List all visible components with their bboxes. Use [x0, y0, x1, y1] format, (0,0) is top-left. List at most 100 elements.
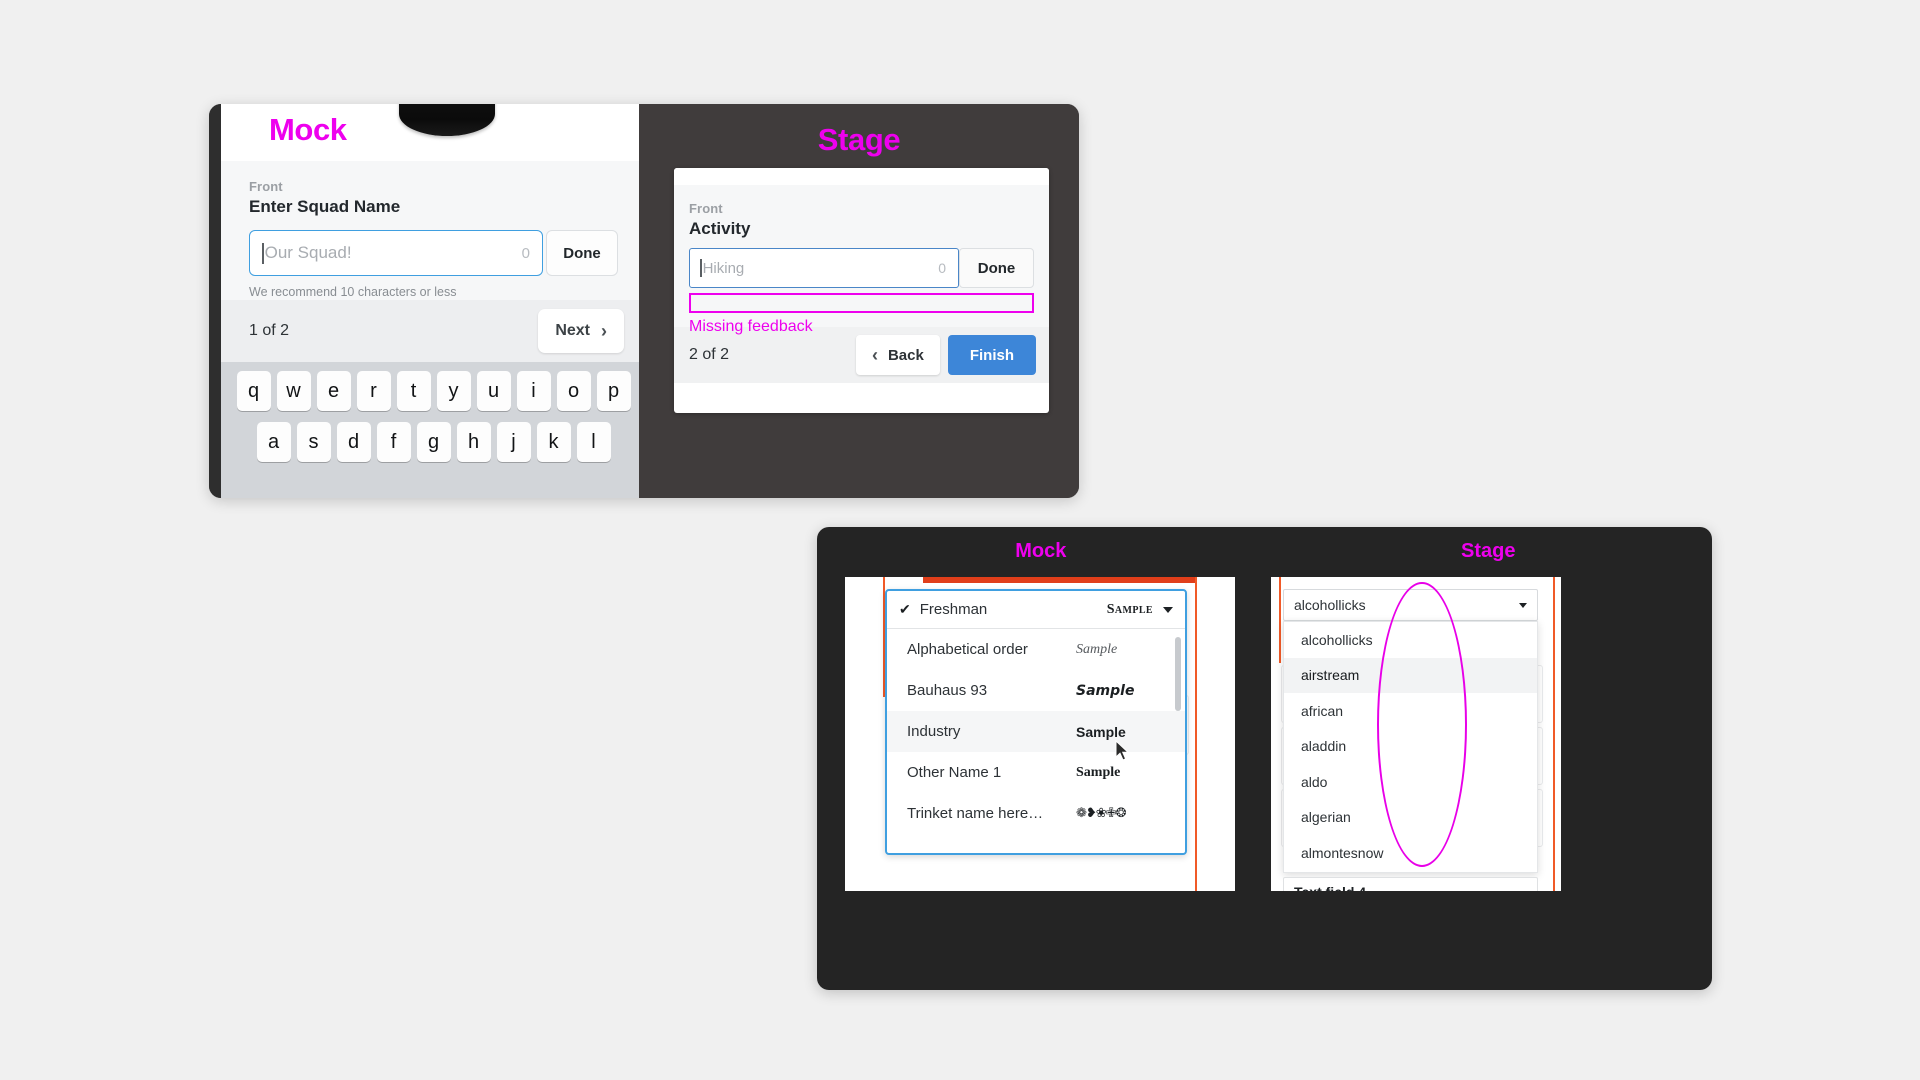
key-w[interactable]: w	[276, 371, 311, 411]
bottom-mock-title: Mock	[1015, 540, 1067, 562]
page-indicator: 1 of 2	[249, 322, 290, 339]
font-option-name: Bauhaus 93	[907, 682, 988, 699]
back-button-label: Back	[887, 346, 924, 364]
squad-name-placeholder: Our Squad!	[264, 243, 352, 262]
font-option-sample: Sample	[1076, 682, 1135, 699]
chevron-left-icon: ‹	[871, 344, 878, 365]
activity-input[interactable]: Hiking 0	[689, 248, 959, 288]
done-button[interactable]: Done	[959, 248, 1034, 288]
key-t[interactable]: t	[396, 371, 431, 411]
key-i[interactable]: i	[516, 371, 551, 411]
finish-button[interactable]: Finish	[947, 335, 1036, 375]
guide-line-right	[1553, 577, 1555, 891]
bottom-stage-title: Stage	[1461, 540, 1516, 562]
squad-name-input-row: Our Squad! 0 Done	[249, 230, 618, 276]
key-d[interactable]: d	[336, 422, 371, 462]
next-button[interactable]: Next ›	[538, 309, 624, 353]
mock-header: Mock	[221, 104, 639, 161]
font-option[interactable]: Bauhaus 93 Sample	[887, 670, 1185, 711]
mock-phone-screen: Mock Front Enter Squad Name Our Squad! 0…	[221, 104, 639, 498]
done-button[interactable]: Done	[546, 230, 618, 276]
text-caret	[262, 242, 264, 264]
font-option[interactable]: Trinket name here… ❁❥❀✙❂	[887, 793, 1185, 834]
key-k[interactable]: k	[536, 422, 571, 462]
key-y[interactable]: y	[436, 371, 471, 411]
font-option-name: Trinket name here…	[907, 805, 1044, 822]
key-o[interactable]: o	[556, 371, 591, 411]
mock-title: Mock	[269, 112, 347, 147]
top-mock-pane: Mock Front Enter Squad Name Our Squad! 0…	[209, 104, 639, 498]
field-title: Enter Squad Name	[249, 197, 401, 216]
font-option-sample: Sample	[1076, 723, 1126, 740]
key-r[interactable]: r	[356, 371, 391, 411]
key-l[interactable]: l	[576, 422, 611, 462]
key-j[interactable]: j	[496, 422, 531, 462]
font-select-option[interactable]: african	[1284, 693, 1537, 729]
helper-text: We recommend 10 characters or less	[249, 285, 457, 299]
font-dropdown-list[interactable]: Alphabetical order Sample Bauhaus 93 Sample…	[887, 629, 1185, 834]
font-dropdown-selected-sample: Sample	[1106, 601, 1153, 617]
bottom-mock-screenshot: ✔ Freshman Sample Alphabetical order Samp…	[845, 577, 1235, 891]
font-select-options-list[interactable]: alcohollicks airstream african aladdin aldo a…	[1283, 621, 1538, 891]
guide-line-right	[1195, 577, 1197, 891]
font-option[interactable]: Alphabetical order Sample	[887, 629, 1185, 670]
activity-input-row: Hiking 0 Done	[689, 248, 1034, 288]
key-s[interactable]: s	[296, 422, 331, 462]
top-comparison-card: Mock Front Enter Squad Name Our Squad! 0…	[209, 104, 1079, 498]
key-a[interactable]: a	[256, 422, 291, 462]
field-group-label: Front	[249, 179, 283, 194]
font-option-sample: ❁❥❀✙❂	[1076, 806, 1126, 821]
font-option[interactable]: Industry Sample	[887, 711, 1185, 752]
font-option-name: Industry	[907, 723, 961, 740]
char-counter: 0	[938, 260, 946, 276]
char-counter: 0	[521, 244, 530, 262]
key-p[interactable]: p	[596, 371, 631, 411]
mock-form-body: Front Enter Squad Name Our Squad! 0 Done…	[221, 161, 639, 300]
stage-title: Stage	[817, 122, 901, 157]
font-dropdown[interactable]: ✔ Freshman Sample Alphabetical order Samp…	[885, 589, 1187, 855]
font-select-value: alcohollicks	[1294, 597, 1366, 613]
bottom-card-titles: Mock Stage	[817, 527, 1712, 563]
chevron-right-icon: ›	[601, 320, 607, 341]
onscreen-keyboard[interactable]: qwertyuiop asdfghjkl	[221, 362, 639, 498]
font-dropdown-header[interactable]: ✔ Freshman Sample	[887, 591, 1185, 629]
font-select-option[interactable]: aladdin	[1284, 729, 1537, 765]
caret-down-icon	[1163, 606, 1173, 613]
back-button[interactable]: ‹ Back	[855, 335, 940, 375]
font-select-option[interactable]: almontesnow	[1284, 835, 1537, 871]
text-caret	[700, 259, 702, 277]
activity-placeholder: Hiking	[702, 259, 745, 277]
caret-down-icon	[1519, 602, 1527, 608]
font-option[interactable]: Other Name 1 Sample	[887, 752, 1185, 793]
text-field-4[interactable]: Text field 4	[1283, 877, 1538, 891]
font-dropdown-selected-label: Freshman	[919, 601, 988, 618]
dropdown-scrollbar[interactable]	[1175, 637, 1181, 711]
key-q[interactable]: q	[236, 371, 271, 411]
font-select-option[interactable]: algerian	[1284, 800, 1537, 836]
bottom-comparison-card: Mock Stage ✔ Freshman Sample Alphabetica…	[817, 527, 1712, 990]
font-option-sample: Sample	[1076, 764, 1121, 780]
stage-form-card: Front Activity Hiking 0 Done Missing fee…	[674, 168, 1049, 413]
check-icon: ✔	[899, 601, 911, 617]
mock-footer: 1 of 2 Next ›	[221, 300, 639, 362]
font-select-option[interactable]: alcohollicks	[1284, 622, 1537, 658]
stage-field-title: Activity	[689, 219, 751, 238]
page-indicator: 2 of 2	[689, 346, 730, 363]
key-u[interactable]: u	[476, 371, 511, 411]
key-g[interactable]: g	[416, 422, 451, 462]
missing-feedback-highlight	[689, 293, 1034, 313]
font-select-option[interactable]: aldo	[1284, 764, 1537, 800]
screenshot-root: Mock Front Enter Squad Name Our Squad! 0…	[0, 0, 1920, 1080]
font-select-option[interactable]: airstream	[1284, 657, 1537, 693]
squad-name-input[interactable]: Our Squad! 0	[249, 230, 543, 276]
font-select[interactable]: alcohollicks	[1283, 589, 1538, 621]
key-f[interactable]: f	[376, 422, 411, 462]
red-marker	[923, 577, 1195, 583]
key-h[interactable]: h	[456, 422, 491, 462]
stage-title-wrap: Stage	[639, 104, 1079, 158]
font-option-name: Other Name 1	[907, 764, 1002, 781]
key-e[interactable]: e	[316, 371, 351, 411]
mouse-cursor-icon	[1115, 740, 1130, 761]
stage-button-group: ‹ Back Finish	[855, 335, 1036, 375]
top-stage-pane: Stage Front Activity Hiking 0 Done Missi…	[639, 104, 1079, 498]
